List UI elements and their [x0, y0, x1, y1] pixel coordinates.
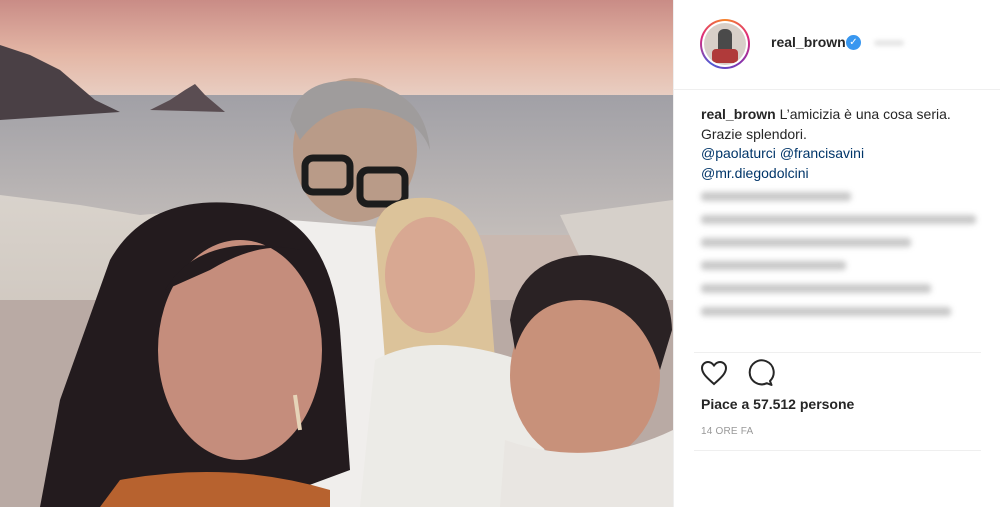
blurred-comment — [701, 307, 951, 316]
avatar-image — [704, 23, 746, 65]
mention-link[interactable]: @mr.diegodolcini — [701, 165, 809, 181]
blurred-comments-list — [701, 192, 991, 342]
blurred-header-extra — [874, 40, 904, 46]
avatar-ring — [702, 21, 748, 67]
blurred-comment — [701, 261, 846, 270]
caption-text-line1: L’amicizia è una cosa seria. — [779, 106, 951, 122]
mention-link[interactable]: @francisavini — [780, 145, 864, 161]
post-caption: real_brown L’amicizia è una cosa seria. … — [701, 105, 986, 183]
caption-text-line2: Grazie splendori. — [701, 125, 807, 142]
blurred-comment — [701, 192, 851, 201]
likes-count[interactable]: Piace a 57.512 persone — [701, 396, 854, 412]
post-timestamp[interactable]: 14 ORE FA — [701, 426, 753, 437]
selfie-photo-illustration — [0, 0, 673, 507]
post-header: real_brown ✓ — [674, 0, 1000, 90]
verified-badge-icon: ✓ — [846, 35, 861, 50]
post-side-panel: real_brown ✓ real_brown L’amicizia è una… — [673, 0, 1000, 507]
blurred-comment — [701, 284, 931, 293]
blurred-comment — [701, 238, 911, 247]
comment-icon[interactable] — [745, 358, 775, 388]
blurred-comment — [701, 215, 976, 224]
post-photo[interactable] — [0, 0, 673, 507]
caption-username[interactable]: real_brown — [701, 106, 776, 122]
username-link[interactable]: real_brown — [771, 34, 846, 50]
divider — [694, 352, 981, 353]
avatar[interactable] — [700, 19, 750, 69]
divider — [694, 450, 981, 451]
mention-link[interactable]: @paolaturci — [701, 145, 776, 161]
heart-icon[interactable] — [699, 358, 729, 388]
